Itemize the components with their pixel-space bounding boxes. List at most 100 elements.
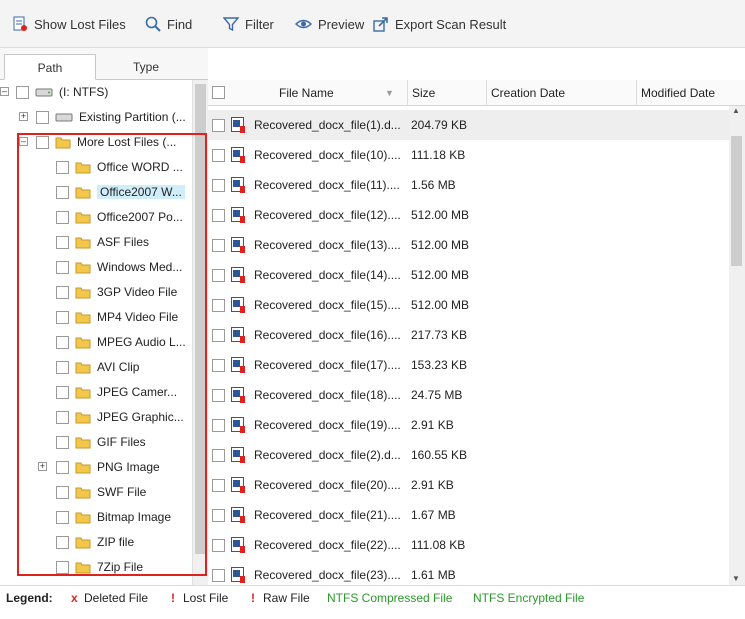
tree-node-child[interactable]: ASF Files <box>56 232 149 252</box>
tree-node-child[interactable]: Windows Med... <box>56 257 182 277</box>
row-checkbox[interactable] <box>212 418 225 432</box>
tree-label: ASF Files <box>97 235 150 249</box>
row-checkbox[interactable] <box>212 208 225 222</box>
tree-scrollbar[interactable] <box>192 80 208 585</box>
checkbox[interactable] <box>56 510 69 524</box>
row-checkbox[interactable] <box>212 538 225 552</box>
row-checkbox[interactable] <box>212 508 225 522</box>
checkbox[interactable] <box>56 560 69 574</box>
expand-icon[interactable]: + <box>19 112 28 121</box>
scroll-down-arrow-icon[interactable]: ▼ <box>732 574 740 583</box>
checkbox[interactable] <box>56 485 69 499</box>
checkbox[interactable] <box>56 210 69 224</box>
table-row[interactable]: Recovered_docx_file(1).d... 204.79 KB <box>208 110 729 140</box>
checkbox[interactable] <box>56 360 69 374</box>
column-file-name[interactable]: File Name ▼ <box>230 80 408 106</box>
row-checkbox[interactable] <box>212 568 225 582</box>
tree-node-child-selected[interactable]: Office2007 W... <box>56 182 185 202</box>
column-size[interactable]: Size <box>407 80 487 106</box>
checkbox[interactable] <box>56 160 69 174</box>
table-row[interactable]: Recovered_docx_file(11).... 1.56 MB <box>208 170 729 200</box>
folder-icon <box>75 437 91 449</box>
table-row[interactable]: Recovered_docx_file(23).... 1.61 MB <box>208 560 729 585</box>
select-all-checkbox[interactable] <box>212 86 225 99</box>
tree-node-child[interactable]: Office WORD ... <box>56 157 183 177</box>
checkbox[interactable] <box>56 460 69 474</box>
show-lost-files-button[interactable]: Show Lost Files <box>12 14 126 34</box>
row-checkbox[interactable] <box>212 148 225 162</box>
collapse-icon[interactable]: – <box>0 87 9 96</box>
file-list-scroll-thumb[interactable] <box>731 136 742 266</box>
file-list-scrollbar[interactable]: ▲ ▼ <box>729 106 745 585</box>
checkbox[interactable] <box>36 135 49 149</box>
tree-node-child[interactable]: Bitmap Image <box>56 507 171 527</box>
table-row[interactable]: Recovered_docx_file(10).... 111.18 KB <box>208 140 729 170</box>
table-row[interactable]: Recovered_docx_file(16).... 217.73 KB <box>208 320 729 350</box>
scroll-up-arrow-icon[interactable]: ▲ <box>732 106 740 115</box>
preview-button[interactable]: Preview <box>295 14 364 34</box>
table-row[interactable]: Recovered_docx_file(13).... 512.00 MB <box>208 230 729 260</box>
toolbar: Show Lost Files Find Filter Preview Expo… <box>0 0 745 48</box>
checkbox[interactable] <box>56 310 69 324</box>
table-row[interactable]: Recovered_docx_file(12).... 512.00 MB <box>208 200 729 230</box>
tree-node-child[interactable]: AVI Clip <box>56 357 139 377</box>
tree-node-child[interactable]: JPEG Camer... <box>56 382 177 402</box>
checkbox[interactable] <box>56 335 69 349</box>
row-checkbox[interactable] <box>212 388 225 402</box>
table-row[interactable]: Recovered_docx_file(15).... 512.00 MB <box>208 290 729 320</box>
tree-node-child[interactable]: 3GP Video File <box>56 282 177 302</box>
row-checkbox[interactable] <box>212 328 225 342</box>
tree-node-child[interactable]: Office2007 Po... <box>56 207 183 227</box>
table-row[interactable]: Recovered_docx_file(20).... 2.91 KB <box>208 470 729 500</box>
tree-node-child[interactable]: ZIP file <box>56 532 134 552</box>
tree-scroll-thumb[interactable] <box>195 84 206 554</box>
checkbox[interactable] <box>56 285 69 299</box>
column-modified-date[interactable]: Modified Date <box>636 80 731 106</box>
table-row[interactable]: Recovered_docx_file(22).... 111.08 KB <box>208 530 729 560</box>
checkbox[interactable] <box>56 185 69 199</box>
table-row[interactable]: Recovered_docx_file(19).... 2.91 KB <box>208 410 729 440</box>
column-creation-date[interactable]: Creation Date <box>486 80 638 106</box>
row-checkbox[interactable] <box>212 268 225 282</box>
checkbox[interactable] <box>36 110 49 124</box>
tree-node-child[interactable]: MP4 Video File <box>56 307 178 327</box>
tree-node-child[interactable]: GIF Files <box>56 432 146 452</box>
tree-node-child[interactable]: PNG Image <box>56 457 160 477</box>
filter-button[interactable]: Filter <box>223 14 274 34</box>
collapse-icon[interactable]: – <box>19 137 28 146</box>
checkbox[interactable] <box>56 535 69 549</box>
checkbox[interactable] <box>16 85 29 99</box>
tree-node-existing-partition[interactable]: Existing Partition (... <box>36 107 186 127</box>
row-checkbox[interactable] <box>212 358 225 372</box>
table-row[interactable]: Recovered_docx_file(17).... 153.23 KB <box>208 350 729 380</box>
export-scan-result-button[interactable]: Export Scan Result <box>373 14 506 34</box>
tree-node-child[interactable]: MPEG Audio L... <box>56 332 186 352</box>
raw-mark-icon: ! <box>251 591 255 605</box>
table-row[interactable]: Recovered_docx_file(2).d... 160.55 KB <box>208 440 729 470</box>
table-row[interactable]: Recovered_docx_file(21).... 1.67 MB <box>208 500 729 530</box>
tree-node-child[interactable]: JPEG Graphic... <box>56 407 184 427</box>
row-checkbox[interactable] <box>212 118 225 132</box>
checkbox[interactable] <box>56 260 69 274</box>
table-row[interactable]: Recovered_docx_file(14).... 512.00 MB <box>208 260 729 290</box>
find-button[interactable]: Find <box>145 14 192 34</box>
checkbox[interactable] <box>56 385 69 399</box>
expand-icon[interactable]: + <box>38 462 47 471</box>
tree-label: 3GP Video File <box>97 285 178 299</box>
checkbox[interactable] <box>56 435 69 449</box>
tab-path[interactable]: Path <box>4 54 96 80</box>
tab-type[interactable]: Type <box>100 54 192 80</box>
checkbox[interactable] <box>56 410 69 424</box>
row-checkbox[interactable] <box>212 448 225 462</box>
tree-node-child[interactable]: 7Zip File <box>56 557 143 577</box>
row-checkbox[interactable] <box>212 178 225 192</box>
tree-node-more-lost-files[interactable]: More Lost Files (... <box>36 132 176 152</box>
row-checkbox[interactable] <box>212 298 225 312</box>
checkbox[interactable] <box>56 235 69 249</box>
row-checkbox[interactable] <box>212 478 225 492</box>
row-checkbox[interactable] <box>212 238 225 252</box>
tree-node-root[interactable]: (I: NTFS) <box>16 82 108 102</box>
tree-label: MP4 Video File <box>97 310 179 324</box>
table-row[interactable]: Recovered_docx_file(18).... 24.75 MB <box>208 380 729 410</box>
tree-node-child[interactable]: SWF File <box>56 482 146 502</box>
